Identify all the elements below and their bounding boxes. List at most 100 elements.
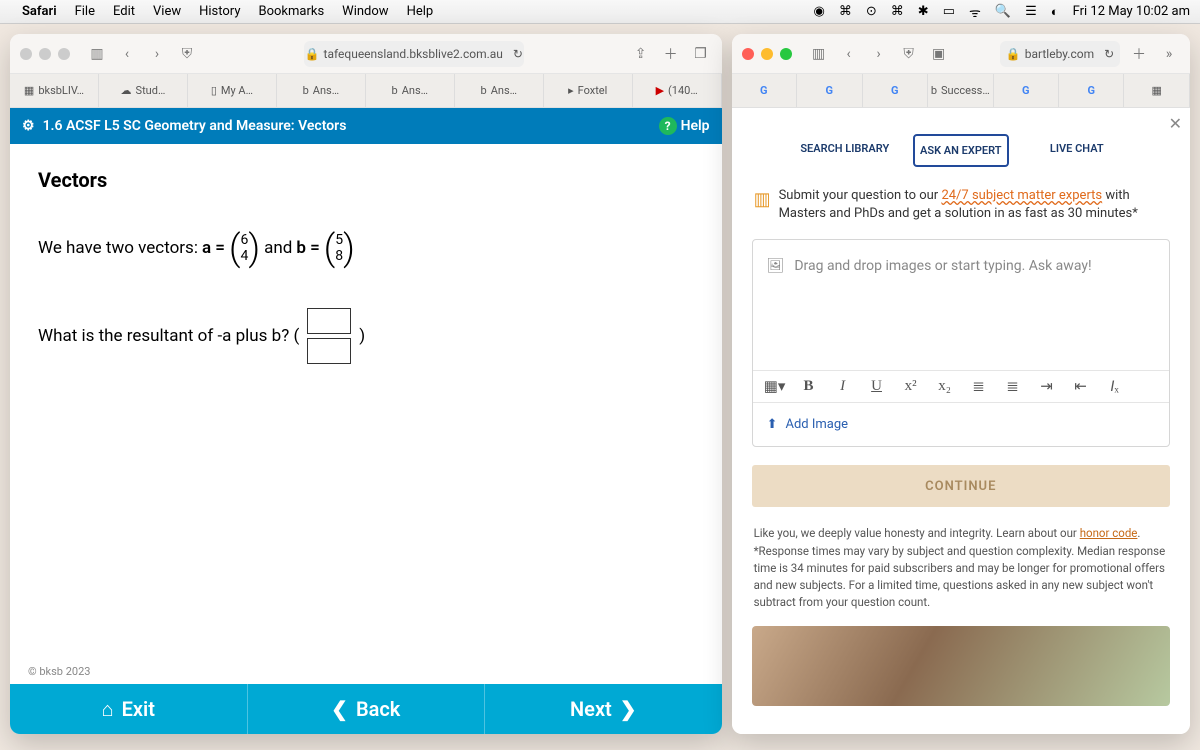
bartleby-b-icon: b xyxy=(303,84,309,97)
bullet-list-button[interactable]: ≣ xyxy=(967,377,991,396)
bartleby-b-icon: b xyxy=(392,84,398,97)
menu-help[interactable]: Help xyxy=(407,4,434,19)
address-text: bartleby.com xyxy=(1025,47,1094,61)
bartleby-page: ✕ SEARCH LIBRARY ASK AN EXPERT LIVE CHAT… xyxy=(732,108,1190,734)
status-loom-icon[interactable]: ⌘ xyxy=(839,4,852,19)
bold-button[interactable]: B xyxy=(797,378,821,395)
superscript-button[interactable]: x² xyxy=(899,378,923,395)
tab-success[interactable]: bSuccess… xyxy=(928,74,993,107)
status-grammarly-icon[interactable]: ◉ xyxy=(814,4,825,19)
status-battery-icon[interactable]: ▭ xyxy=(943,4,955,19)
exit-button[interactable]: ⌂Exit xyxy=(10,684,248,734)
status-control-icon[interactable]: ☰ xyxy=(1025,4,1037,19)
promo-image xyxy=(752,626,1170,706)
underline-button[interactable]: U xyxy=(865,378,889,395)
indent-button[interactable]: ⇥ xyxy=(1035,377,1059,396)
help-label: Help xyxy=(681,118,710,134)
status-bluetooth-icon[interactable]: ✱ xyxy=(918,4,929,19)
tab-bksbliv[interactable]: ▦bksbLIV… xyxy=(10,74,99,107)
tab-misc[interactable]: ▦ xyxy=(1124,74,1189,107)
fine-print: Like you, we deeply value honesty and in… xyxy=(732,525,1190,611)
tab-search-library[interactable]: SEARCH LIBRARY xyxy=(797,134,893,167)
menu-history[interactable]: History xyxy=(199,4,240,19)
continue-button[interactable]: CONTINUE xyxy=(752,465,1170,507)
status-siri-icon[interactable]: ◐ xyxy=(1051,4,1059,20)
reload-icon[interactable]: ↻ xyxy=(513,47,523,61)
tab-stud[interactable]: ☁Stud… xyxy=(99,74,188,107)
traffic-close-icon[interactable] xyxy=(742,48,754,60)
menu-app[interactable]: Safari xyxy=(22,4,57,19)
subscript-button[interactable]: x₂ xyxy=(933,378,957,395)
tab-google3[interactable]: G xyxy=(863,74,928,107)
shield-icon[interactable]: ⛨ xyxy=(176,43,198,65)
traffic-min-icon[interactable] xyxy=(761,48,773,60)
status-search-icon[interactable]: 🔍 xyxy=(995,4,1011,19)
italic-button[interactable]: I xyxy=(831,378,855,395)
tab-mya[interactable]: ▯My A… xyxy=(188,74,277,107)
nav-back-icon[interactable]: ‹ xyxy=(116,43,138,65)
tab-google5[interactable]: G xyxy=(1059,74,1124,107)
tab-ask-expert[interactable]: ASK AN EXPERT xyxy=(913,134,1009,167)
share-icon[interactable]: ⇪ xyxy=(630,43,652,65)
help-button[interactable]: ? Help xyxy=(659,117,710,135)
question-input-box[interactable]: 🖼 Drag and drop images or start typing. … xyxy=(752,239,1170,447)
tab-google4[interactable]: G xyxy=(994,74,1059,107)
nav-back-icon[interactable]: ‹ xyxy=(838,43,860,65)
clear-format-button[interactable]: Iₓ xyxy=(1103,377,1127,396)
sidebar-toggle-icon[interactable]: ▥ xyxy=(86,43,108,65)
tab-ans2[interactable]: bAns… xyxy=(366,74,455,107)
submit-prompt: ▥ Submit your question to our 24/7 subje… xyxy=(732,177,1190,239)
traffic-close-icon[interactable] xyxy=(20,48,32,60)
lesson-content: Vectors We have two vectors: a = ( 64 ) … xyxy=(10,144,722,659)
outdent-button[interactable]: ⇤ xyxy=(1069,377,1093,396)
tabs-icon[interactable]: ❐ xyxy=(690,43,712,65)
traffic-max-icon[interactable] xyxy=(780,48,792,60)
sidebar-toggle-icon[interactable]: ▥ xyxy=(808,43,830,65)
tab-strip: ▦bksbLIV… ☁Stud… ▯My A… bAns… bAns… bAns… xyxy=(10,74,722,108)
tab-google1[interactable]: G xyxy=(732,74,797,107)
tab-google2[interactable]: G xyxy=(797,74,862,107)
tabs-overflow-icon[interactable]: » xyxy=(1158,43,1180,65)
number-list-button[interactable]: ≣ xyxy=(1001,377,1025,396)
newtab-icon[interactable]: ＋ xyxy=(1128,43,1150,65)
address-bar[interactable]: 🔒 bartleby.com ↻ xyxy=(1000,41,1120,67)
google-icon: G xyxy=(760,84,768,97)
menubar-clock[interactable]: Fri 12 May 10:02 am xyxy=(1073,4,1190,19)
newtab-icon[interactable]: ＋ xyxy=(660,43,682,65)
cloud-icon: ☁ xyxy=(121,84,132,97)
nav-fwd-icon[interactable]: › xyxy=(868,43,890,65)
nav-fwd-icon[interactable]: › xyxy=(146,43,168,65)
gear-icon[interactable]: ⚙ xyxy=(22,118,35,134)
status-fan-icon[interactable]: ⌘ xyxy=(891,4,904,19)
status-play-icon[interactable]: ⊙ xyxy=(866,4,877,19)
help-icon: ? xyxy=(659,117,677,135)
tab-140[interactable]: ▶(140… xyxy=(633,74,722,107)
address-bar[interactable]: 🔒 tafequeensland.bksblive2.com.au ↻ xyxy=(304,41,524,67)
question-placeholder[interactable]: 🖼 Drag and drop images or start typing. … xyxy=(753,240,1169,370)
status-wifi-icon[interactable]: ᯤ xyxy=(969,3,981,21)
menu-file[interactable]: File xyxy=(75,4,95,19)
traffic-max-icon[interactable] xyxy=(58,48,70,60)
menu-bookmarks[interactable]: Bookmarks xyxy=(258,4,324,19)
add-image-button[interactable]: ⬆ Add Image xyxy=(753,402,1169,446)
back-button[interactable]: ❮Back xyxy=(248,684,486,734)
menu-window[interactable]: Window xyxy=(342,4,388,19)
tab-ans1[interactable]: bAns… xyxy=(277,74,366,107)
tab-foxtel[interactable]: ▸Foxtel xyxy=(544,74,633,107)
lesson-footer: ⌂Exit ❮Back Next❯ xyxy=(10,684,722,734)
shield-icon[interactable]: ⛨ xyxy=(898,43,920,65)
honor-code-link[interactable]: honor code xyxy=(1080,526,1138,540)
tab-live-chat[interactable]: LIVE CHAT xyxy=(1029,134,1125,167)
close-icon[interactable]: ✕ xyxy=(1169,114,1182,133)
menu-edit[interactable]: Edit xyxy=(113,4,135,19)
traffic-min-icon[interactable] xyxy=(39,48,51,60)
ext-icon[interactable]: ▣ xyxy=(928,43,950,65)
menu-view[interactable]: View xyxy=(153,4,181,19)
next-button[interactable]: Next❯ xyxy=(485,684,722,734)
answer-bottom-input[interactable] xyxy=(307,338,351,364)
tab-ans3[interactable]: bAns… xyxy=(455,74,544,107)
answer-top-input[interactable] xyxy=(307,308,351,334)
reload-icon[interactable]: ↻ xyxy=(1104,47,1114,61)
bartleby-b-icon: b xyxy=(481,84,487,97)
table-icon[interactable]: ▦▾ xyxy=(763,377,787,396)
